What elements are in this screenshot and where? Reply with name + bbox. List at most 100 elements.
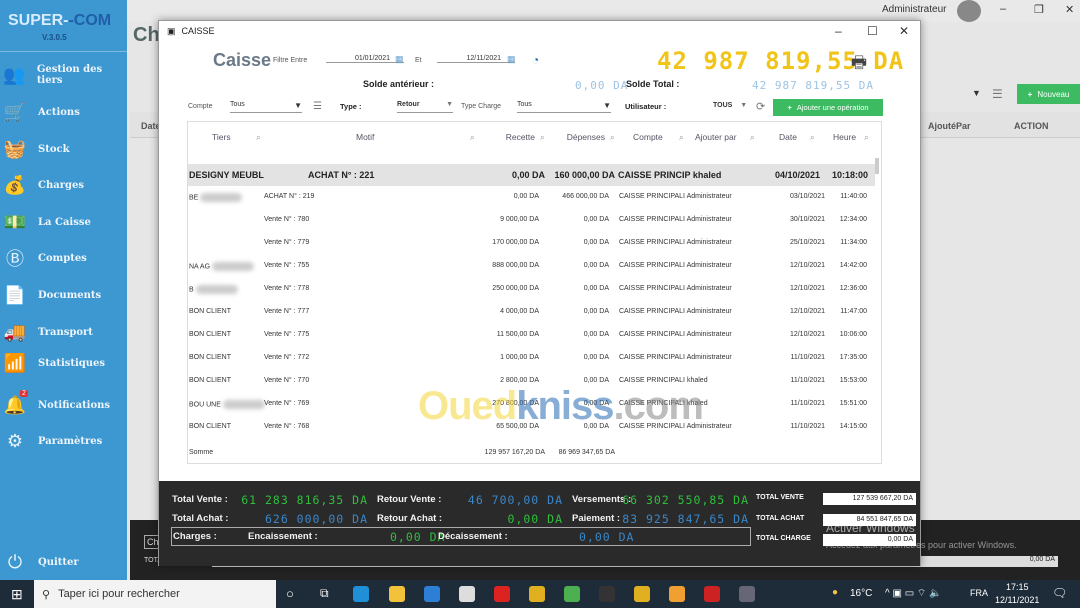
calendar-icon[interactable]: ▦ [507,54,516,65]
search-icon[interactable]: ⌕ [256,132,261,143]
search-icon[interactable]: ⌕ [810,132,815,143]
column-header[interactable]: Date [779,132,797,142]
language[interactable]: FRA [970,588,988,598]
table-row[interactable]: B Vente N° : 778 250 000,00 DA 0,00 DA C… [188,278,875,301]
app-25-icon[interactable] [599,586,615,602]
table-row[interactable]: BON CLIENT Vente N° : 772 1 000,00 DA 0,… [188,347,875,370]
compte-select[interactable]: Tous ▼ [230,101,302,113]
date-to-input[interactable]: 12/11/2021 [437,55,515,63]
add-operation-button[interactable]: + Ajouter une opération [773,99,883,116]
filezilla-icon[interactable] [704,586,720,602]
chrome-icon[interactable] [564,586,580,602]
table-row[interactable]: Vente N° : 780 9 000,00 DA 0,00 DA CAISS… [188,209,875,232]
sync-icon[interactable]: ⟳ [756,100,765,113]
sidebar-item-label: La Caisse [38,216,91,228]
sidebar-item-label: Comptes [38,252,87,264]
sidebar-item-7[interactable]: 🚚 Transport [0,317,127,347]
store-icon[interactable] [459,586,475,602]
close-icon[interactable]: ✕ [899,24,909,38]
sidebar-item-4[interactable]: 💵 La Caisse [0,207,127,237]
caisse-app-icon[interactable] [739,586,755,602]
column-header[interactable]: Dépenses [567,132,605,142]
notification-center-icon[interactable]: 🗨 [1052,586,1067,600]
column-header[interactable]: Tiers [212,132,231,142]
cell-heure: 10:06:00 [839,331,867,338]
column-header[interactable]: Motif [356,132,374,142]
opera-icon[interactable] [494,586,510,602]
notification-badge: 2 [20,390,28,397]
cell-date: 12/10/2021 [789,308,825,315]
search-icon[interactable]: ⌕ [679,132,684,143]
cell-date: 03/10/2021 [789,193,825,200]
sidebar-item-2[interactable]: 🧺 Stock [0,134,127,164]
sidebar-item-label: Gestion des tiers [36,64,103,86]
sidebar-item-6[interactable]: 📄 Documents [0,280,127,310]
edge-icon[interactable] [353,586,369,602]
cortana-icon[interactable]: ○ [286,586,294,601]
task-view-icon[interactable]: ⧉ [320,586,329,601]
column-header[interactable]: Heure [833,132,856,142]
sidebar-item-3[interactable]: 💰 Charges [0,170,127,200]
avatar[interactable] [957,0,981,22]
utilisateur-select[interactable]: TOUS ▼ [713,102,747,109]
date-from-input[interactable]: 01/01/2021 [326,55,404,63]
column-header[interactable]: Compte [633,132,663,142]
app-circle-icon[interactable] [669,586,685,602]
search-icon[interactable]: ⌕ [540,132,545,143]
search-icon[interactable]: ⌕ [610,132,615,143]
app-24-icon[interactable] [529,586,545,602]
table-row[interactable]: DESIGNY MEUBL ACHAT N° : 221 0,00 DA 160… [188,164,875,186]
minimize-icon[interactable]: – [1000,3,1006,15]
tray-icons[interactable]: ^ ▣ ▭ ⌔ 🔈 [885,587,942,600]
scrollbar[interactable] [875,158,879,174]
column-header[interactable]: Ajouter par [695,132,737,142]
restore-icon[interactable]: ❐ [1034,3,1044,16]
refresh-filter-icon[interactable]: ◔ [532,53,539,67]
list-icon[interactable]: ☰ [313,101,322,112]
table-row[interactable]: Vente N° : 779 170 000,00 DA 0,00 DA CAI… [188,232,875,255]
table-row[interactable]: NA AG Vente N° : 755 888 000,00 DA 0,00 … [188,255,875,278]
calendar-icon[interactable]: ▦ [395,54,404,65]
search-icon[interactable]: ⌕ [470,132,475,143]
table-row[interactable]: BON CLIENT Vente N° : 775 11 500,00 DA 0… [188,324,875,347]
encaissement-label: Encaissement : [248,531,318,542]
sidebar-item-8[interactable]: 📶 Statistiques [0,348,127,378]
sidebar-item-9[interactable]: 🔔 2 Notifications [0,390,127,420]
search-placeholder: Taper ici pour rechercher [58,588,180,600]
cell-tiers: DESIGNY MEUBL [189,170,264,180]
bitcoin-icon: Ⓑ [6,249,24,269]
app-24b-icon[interactable] [634,586,650,602]
list-icon[interactable]: ☰ [992,87,1003,101]
column-header[interactable]: Recette [506,132,535,142]
filter-label: Filtre Entre [273,57,308,64]
type-charge-select[interactable]: Tous ▼ [517,101,611,113]
sidebar-item-0[interactable]: 👥 Gestion des tiers [0,60,127,90]
weather-temp[interactable]: 16°C [850,588,872,599]
clock-time[interactable]: 17:15 [1006,582,1029,592]
maximize-icon[interactable]: ☐ [867,24,878,38]
sidebar-item-label: Charges [38,179,84,191]
printer-icon[interactable]: 🖶 [851,50,867,79]
chevron-down-icon[interactable]: ▼ [972,88,981,98]
new-button[interactable]: + Nouveau [1017,84,1080,104]
type-select[interactable]: Retour ▼ [397,101,453,113]
quit-button[interactable]: ⏻ Quitter [0,547,127,577]
file-explorer-icon[interactable] [389,586,405,602]
table-row[interactable]: BE ACHAT N° : 219 0,00 DA 466 000,00 DA … [188,186,875,209]
sidebar-item-5[interactable]: Ⓑ Comptes [0,243,127,273]
taskbar-search[interactable]: ⚲ Taper ici pour rechercher [34,580,276,608]
col-added-by: AjoutéPar [928,121,971,131]
total-achat-label: Total Achat : [172,513,229,524]
search-icon[interactable]: ⌕ [864,132,869,143]
clock-date[interactable]: 12/11/2021 [995,595,1039,605]
windows-start-icon[interactable]: ⊞ [11,586,23,603]
table-row[interactable]: BON CLIENT Vente N° : 777 4 000,00 DA 0,… [188,301,875,324]
sidebar-item-1[interactable]: 🛒 Actions [0,97,127,127]
close-icon[interactable]: ✕ [1065,3,1074,16]
mail-icon[interactable] [424,586,440,602]
power-icon: ⏻ [7,551,23,572]
search-icon[interactable]: ⌕ [750,132,755,143]
sidebar-item-10[interactable]: ⚙ Paramètres [0,426,127,456]
minimize-icon[interactable]: – [835,24,842,38]
cell-recette: 250 000,00 DA [492,285,539,292]
